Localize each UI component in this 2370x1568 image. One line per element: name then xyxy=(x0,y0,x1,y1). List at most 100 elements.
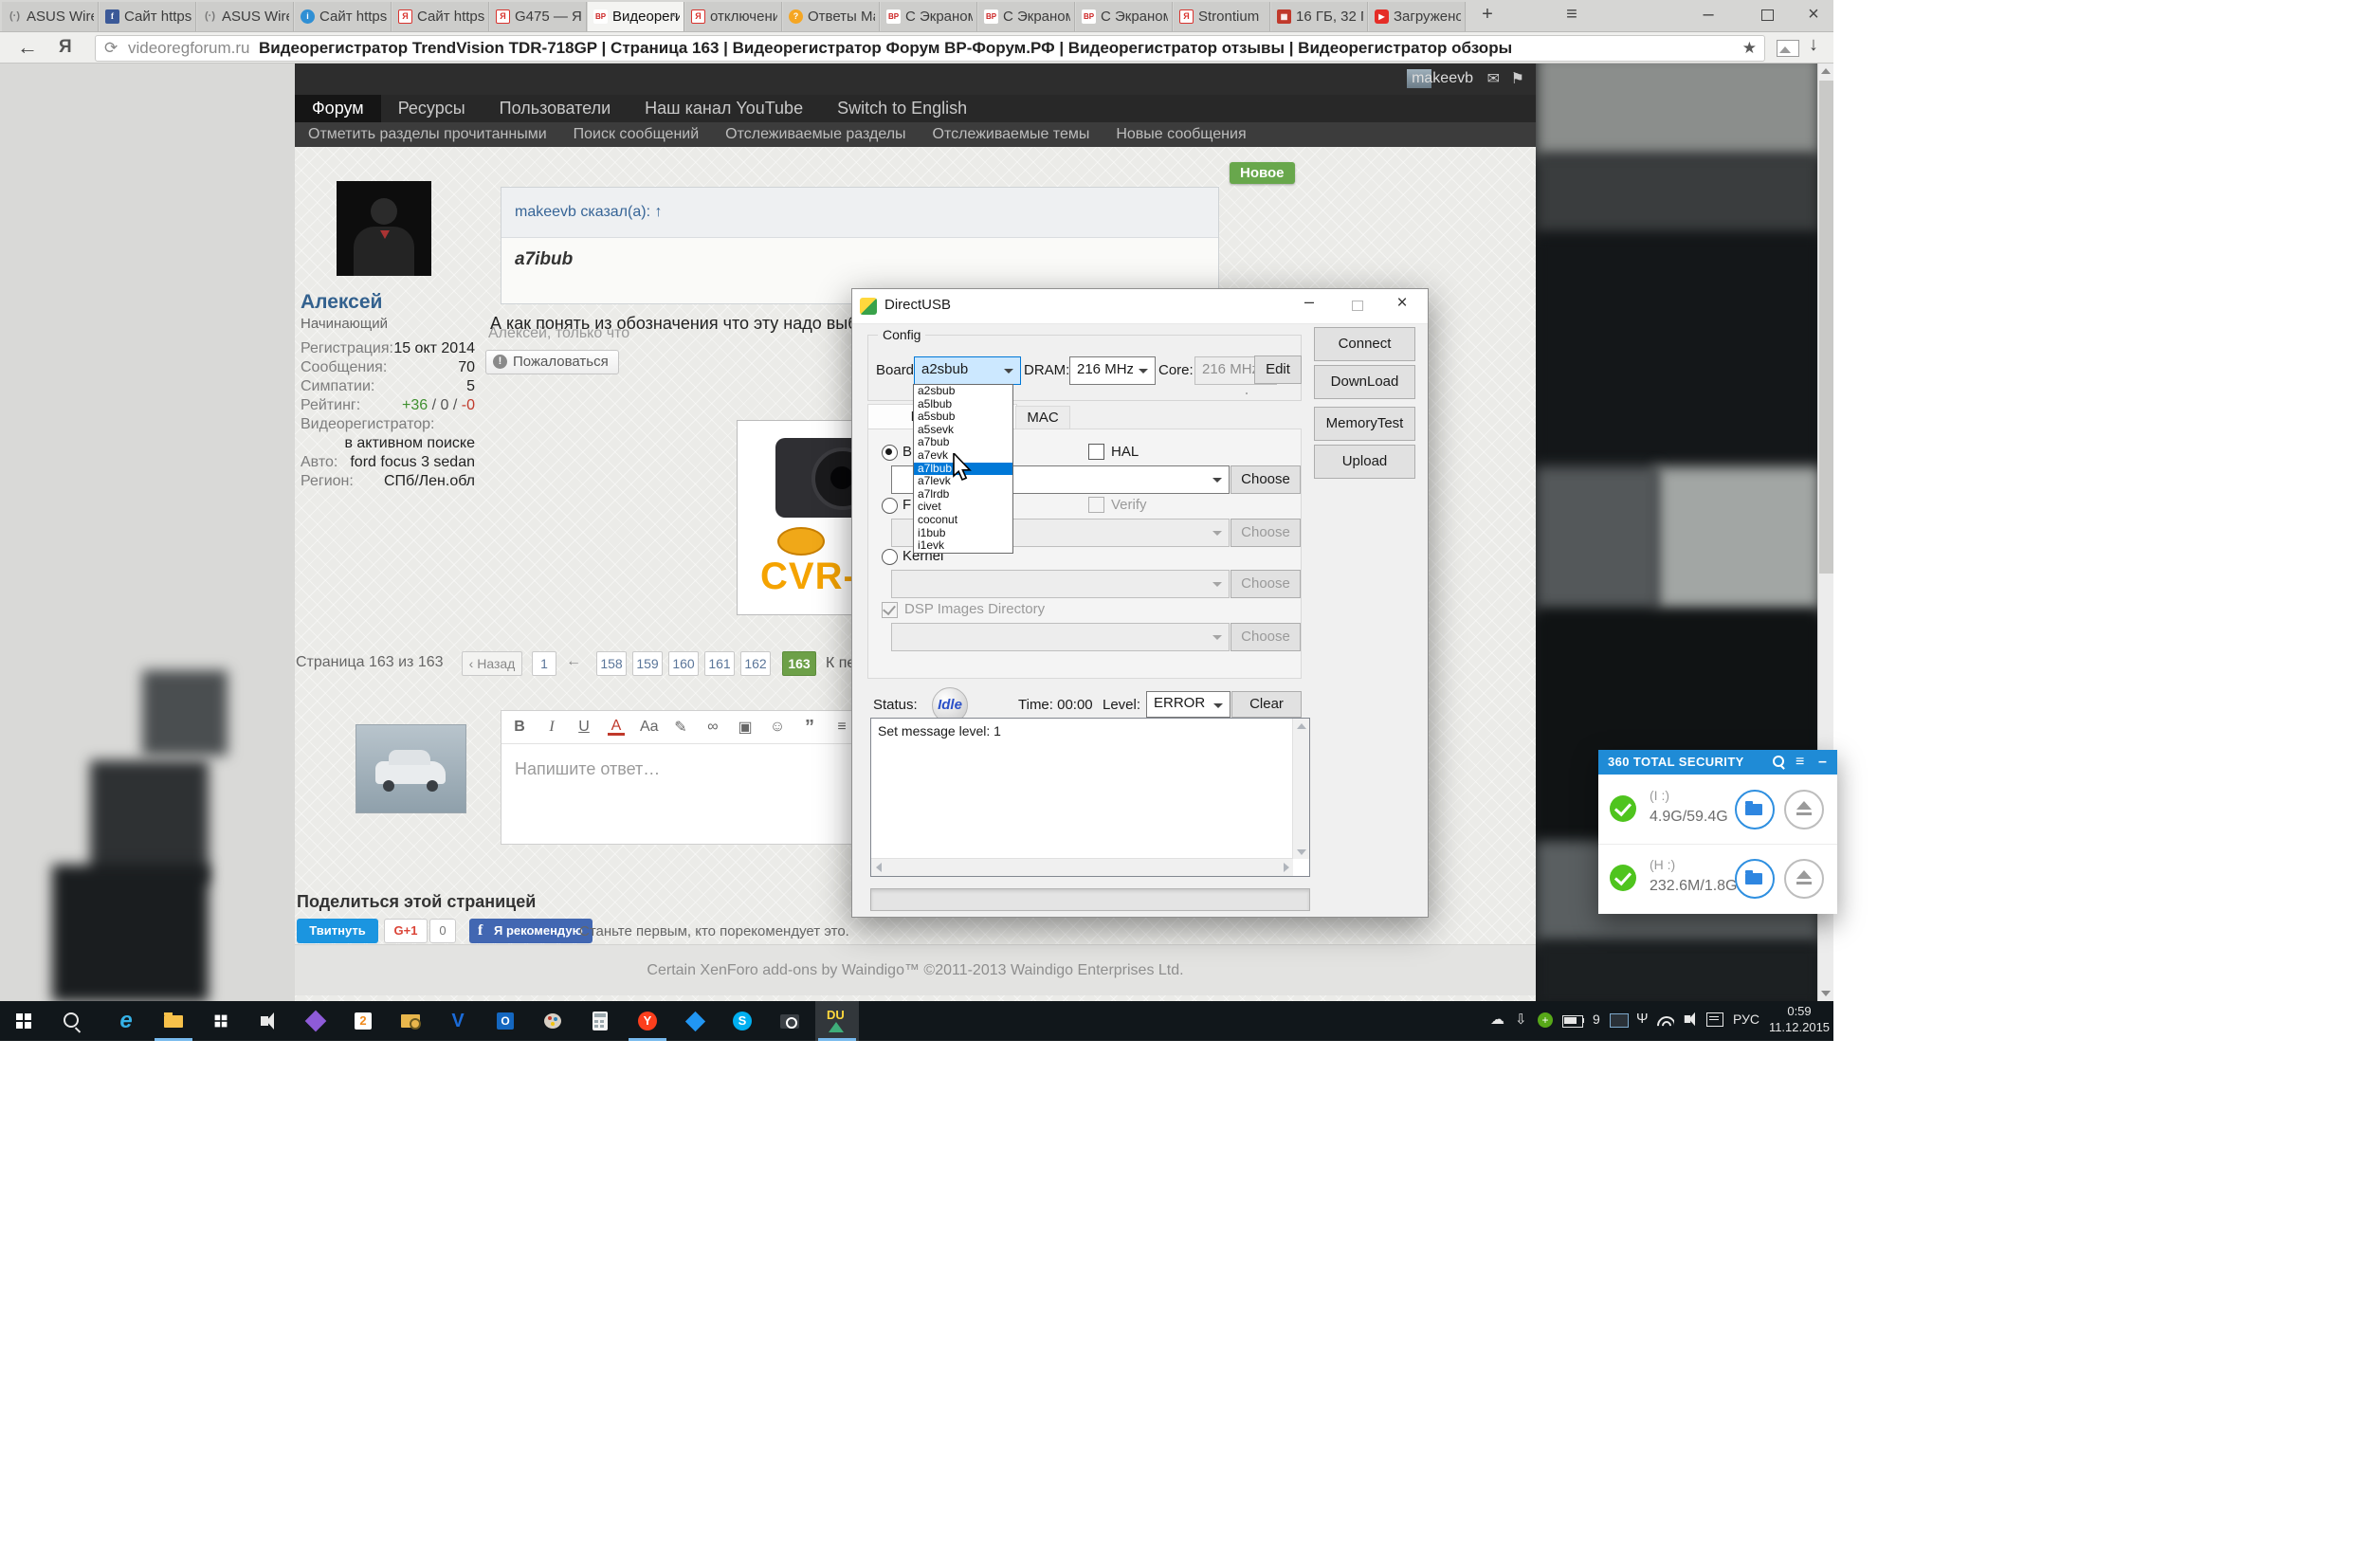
board-option[interactable]: i1evk xyxy=(914,539,1012,553)
choose-button-1[interactable]: Choose xyxy=(1231,465,1301,494)
board-option[interactable]: a2sbub xyxy=(914,385,1012,398)
browser-tab[interactable]: (·)ASUS Wirel xyxy=(2,2,99,31)
subnav-search-posts[interactable]: Поиск сообщений xyxy=(560,122,713,147)
back-button[interactable]: ← xyxy=(11,33,44,62)
page-photo-icon[interactable] xyxy=(1777,40,1799,57)
gplus-button[interactable]: G+1 xyxy=(384,919,428,943)
tray-count-badge[interactable]: 9 xyxy=(1593,1012,1600,1027)
pagination-page[interactable]: 159 xyxy=(632,651,663,676)
dsp-checkbox[interactable] xyxy=(882,602,898,618)
nav-item-forum[interactable]: Форум xyxy=(295,95,381,122)
dram-combobox[interactable]: 216 MHz xyxy=(1069,356,1156,385)
underline-icon[interactable]: U xyxy=(575,719,592,736)
text-color-icon[interactable]: A xyxy=(608,720,625,736)
nav-item-resources[interactable]: Ресурсы xyxy=(381,95,483,122)
link-icon[interactable]: ∞ xyxy=(704,719,721,736)
report-button[interactable]: ! Пожаловаться xyxy=(485,350,619,374)
downloads-icon[interactable]: ↓ xyxy=(1809,34,1818,56)
radio-option-2[interactable] xyxy=(882,498,898,514)
taskbar-explorer-icon[interactable] xyxy=(152,1001,195,1041)
scrollbar-thumb[interactable] xyxy=(1819,81,1833,574)
browser-tab[interactable]: ?Ответы Ма xyxy=(783,2,880,31)
taskbar-2gis-icon[interactable]: 2 xyxy=(341,1001,385,1041)
nav-item-youtube[interactable]: Наш канал YouTube xyxy=(628,95,820,122)
pagination-page[interactable]: 1 xyxy=(532,651,556,676)
quote-icon[interactable]: ” xyxy=(801,717,818,738)
browser-tab[interactable]: ▦16 ГБ, 32 Г xyxy=(1271,2,1368,31)
nav-item-switch-english[interactable]: Switch to English xyxy=(820,95,984,122)
radio-option-1[interactable] xyxy=(882,445,898,461)
bold-icon[interactable]: B xyxy=(511,719,528,736)
inbox-icon[interactable]: ✉ xyxy=(1487,69,1500,88)
browser-tab-active[interactable]: ВРВидеореги× xyxy=(588,2,684,31)
taskbar-kmplayer-icon[interactable] xyxy=(294,1001,337,1041)
pagination-page[interactable]: 158 xyxy=(596,651,627,676)
open-drive-button[interactable] xyxy=(1735,790,1775,830)
board-option[interactable]: a5sbub xyxy=(914,410,1012,424)
pagination-page[interactable]: 161 xyxy=(704,651,735,676)
dialog-titlebar[interactable]: DirectUSB – × xyxy=(852,289,1428,324)
connect-button[interactable]: Connect xyxy=(1314,327,1415,361)
browser-tab[interactable]: ЯStrontium xyxy=(1174,2,1270,31)
subnav-watched-forums[interactable]: Отслеживаемые разделы xyxy=(712,122,919,147)
post-author-avatar[interactable] xyxy=(337,181,431,276)
radio-option-kernel[interactable] xyxy=(882,549,898,565)
hal-checkbox[interactable] xyxy=(1088,444,1104,460)
browser-tab[interactable]: ВРС Экраном xyxy=(1076,2,1173,31)
taskbar-camera-icon[interactable] xyxy=(768,1001,811,1041)
board-combobox[interactable]: a2sbub xyxy=(914,356,1021,385)
browser-tab[interactable]: ВРС Экраном xyxy=(881,2,977,31)
log-vertical-scrollbar[interactable] xyxy=(1292,719,1309,859)
tweet-button[interactable]: Твитнуть xyxy=(297,919,378,943)
browser-tab[interactable]: ЯСайт https: xyxy=(392,2,489,31)
log-textarea[interactable]: Set message level: 1 xyxy=(870,718,1310,877)
choose-button-2[interactable]: Choose xyxy=(1231,519,1301,547)
browser-tab[interactable]: ВРС Экраном xyxy=(978,2,1075,31)
tab-mac[interactable]: MAC xyxy=(1015,406,1070,429)
new-tab-button[interactable]: + xyxy=(1472,0,1503,28)
taskbar-paint-icon[interactable] xyxy=(531,1001,574,1041)
alerts-flag-icon[interactable]: ⚑ xyxy=(1511,69,1524,88)
tab-close-button[interactable]: × xyxy=(666,9,681,23)
facebook-recommend-button[interactable]: fЯ рекомендую xyxy=(469,919,592,943)
subnav-mark-read[interactable]: Отметить разделы прочитанными xyxy=(295,122,560,147)
window-minimize-button[interactable]: – xyxy=(1689,0,1727,28)
board-option[interactable]: civet xyxy=(914,501,1012,514)
remove-format-icon[interactable]: ✎ xyxy=(672,718,689,737)
tray-message-icon[interactable] xyxy=(1706,1012,1723,1027)
level-combobox[interactable]: ERROR xyxy=(1146,691,1231,718)
window-close-button[interactable]: × xyxy=(1795,0,1832,28)
board-option[interactable]: a7bub xyxy=(914,436,1012,449)
taskbar-vpn-icon[interactable]: V xyxy=(436,1001,480,1041)
eject-drive-button[interactable] xyxy=(1784,859,1824,899)
header-username[interactable]: makeevb xyxy=(1412,70,1473,87)
tray-usb-icon[interactable]: Ψ xyxy=(1636,1011,1649,1027)
security-panel-header[interactable]: 360 TOTAL SECURITY ≡ – xyxy=(1598,750,1837,775)
taskbar-volume-app-icon[interactable] xyxy=(246,1001,290,1041)
italic-icon[interactable]: I xyxy=(543,719,560,736)
edit-button[interactable]: Edit xyxy=(1254,356,1302,384)
browser-tab[interactable]: ЯG475 — Ян xyxy=(490,2,587,31)
tray-language-indicator[interactable]: РУС xyxy=(1733,1012,1759,1027)
bookmark-star-icon[interactable]: ★ xyxy=(1742,36,1757,61)
image-icon[interactable]: ▣ xyxy=(737,718,754,737)
choose-button-3[interactable]: Choose xyxy=(1231,570,1301,598)
taskbar-app-icon[interactable] xyxy=(673,1001,717,1041)
open-drive-button[interactable] xyxy=(1735,859,1775,899)
choose-button-4[interactable]: Choose xyxy=(1231,623,1301,651)
dialog-minimize-button[interactable]: – xyxy=(1288,292,1330,312)
subnav-watched-threads[interactable]: Отслеживаемые темы xyxy=(920,122,1103,147)
taskbar-edge-icon[interactable]: e xyxy=(104,1001,148,1041)
file-combobox-3[interactable] xyxy=(891,570,1230,598)
board-option[interactable]: i1bub xyxy=(914,527,1012,540)
browser-menu-button[interactable]: ≡ xyxy=(1555,0,1589,28)
eject-drive-button[interactable] xyxy=(1784,790,1824,830)
pagination-page[interactable]: 162 xyxy=(740,651,771,676)
menu-icon[interactable]: ≡ xyxy=(1796,750,1805,775)
reload-icon[interactable]: ⟳ xyxy=(104,36,118,61)
memorytest-button[interactable]: MemoryTest xyxy=(1314,407,1415,441)
start-button[interactable] xyxy=(2,1001,46,1041)
align-icon[interactable]: ≡ xyxy=(833,719,850,736)
upload-button[interactable]: Upload xyxy=(1314,445,1415,479)
pagination-page[interactable]: 160 xyxy=(668,651,699,676)
